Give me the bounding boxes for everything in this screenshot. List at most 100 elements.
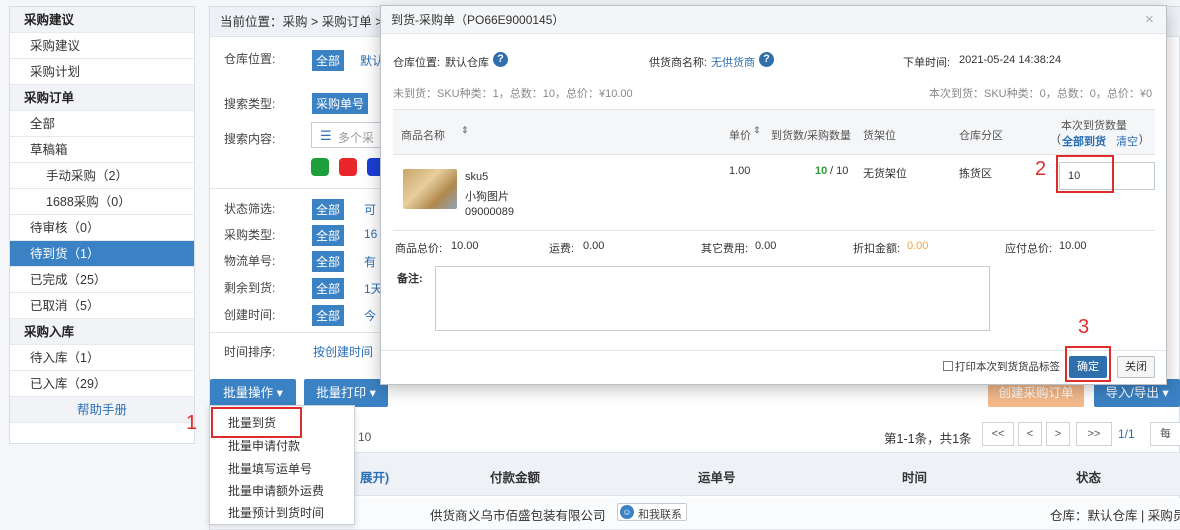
table-header — [210, 452, 1180, 496]
sort-label: 时间排序: — [224, 345, 276, 359]
created-time-label: 创建时间: — [224, 308, 276, 322]
product-ordered: / 10 — [830, 165, 849, 177]
dialog-supplier-value[interactable]: 无供货商 — [711, 54, 755, 70]
arrival-dialog: 到货-采购单（PO66E9000145） × 仓库位置: 默认仓库 ? 供货商名… — [380, 5, 1167, 385]
col-product-name: 商品名称 — [401, 130, 445, 142]
sidebar-item: 采购建议 — [10, 7, 194, 33]
dialog-warehouse-value: 默认仓库 — [445, 57, 489, 69]
product-sku: sku5 — [465, 171, 489, 183]
created-link[interactable]: 今 — [364, 307, 376, 324]
table-row — [210, 498, 1180, 530]
divider — [210, 332, 380, 333]
remark-label: 备注: — [397, 273, 423, 285]
print-label-text: 打印本次到货货品标签 — [955, 361, 1060, 373]
freight-label: 运费: — [549, 243, 575, 255]
annotation-box-2 — [1056, 155, 1114, 193]
last-page-button[interactable]: >> — [1076, 422, 1112, 446]
menu-item-batch-payment[interactable]: 批量申请付款 — [228, 437, 300, 454]
sidebar-item[interactable]: 帮助手册 — [10, 397, 194, 423]
sidebar-item[interactable]: 已入库（29） — [10, 371, 194, 397]
sidebar-item[interactable]: 已完成（25） — [10, 267, 194, 293]
first-page-button[interactable]: << — [982, 422, 1014, 446]
contact-button[interactable]: ☺ 和我联系 — [617, 503, 687, 521]
color-flag-green[interactable] — [311, 158, 329, 176]
col-waybill-number: 运单号 — [698, 471, 736, 485]
page-size[interactable]: 10 — [358, 430, 371, 444]
close-icon[interactable]: × — [1145, 11, 1154, 28]
menu-item-batch-waybill[interactable]: 批量填写运单号 — [228, 460, 312, 477]
created-all-tag[interactable]: 全部 — [312, 305, 345, 326]
search-content-placeholder: 多个采 — [338, 131, 375, 145]
chat-icon: ☺ — [620, 505, 634, 519]
pagination-summary: 第1-1条，共1条 — [884, 432, 972, 446]
search-type-tag[interactable]: 采购单号 — [312, 93, 369, 114]
product-code: 09000089 — [465, 206, 514, 218]
all-arrive-link[interactable]: 全部到货 — [1062, 133, 1106, 149]
dialog-order-time-label: 下单时间: — [903, 57, 951, 69]
status-option-link[interactable]: 可 — [364, 201, 376, 218]
sidebar-item[interactable]: 全部 — [10, 111, 194, 137]
dialog-order-time-value: 2021-05-24 14:38:24 — [959, 54, 1062, 66]
batch-print-button[interactable]: 批量打印 ▾ — [304, 379, 388, 407]
purchase-type-link[interactable]: 16 — [364, 227, 377, 241]
sort-icon[interactable]: ⇕ — [753, 125, 761, 136]
color-flag-blue[interactable] — [367, 158, 380, 176]
remark-textarea[interactable] — [435, 266, 990, 331]
prev-page-button[interactable]: < — [1018, 422, 1042, 446]
product-arrived: 10 — [815, 165, 828, 177]
sidebar-item[interactable]: 待审核（0） — [10, 215, 194, 241]
sidebar-item: 采购订单 — [10, 85, 194, 111]
logistics-all-tag[interactable]: 全部 — [312, 251, 345, 272]
help-icon[interactable]: ? — [493, 52, 508, 67]
dialog-footer-divider — [381, 350, 1166, 351]
other-fee-label: 其它费用: — [701, 243, 749, 255]
sidebar-item[interactable]: 采购计划 — [10, 59, 194, 85]
product-name: 小狗图片 — [465, 191, 509, 203]
sidebar-item[interactable]: 1688采购（0） — [10, 189, 194, 215]
sidebar-item[interactable]: 待到货（1） — [10, 241, 194, 267]
sidebar: 采购建议 采购建议 采购计划 采购订单 全部 草稿箱 手动采购（2） 1688采购（0） 待审核… — [9, 6, 195, 444]
col-shelf: 货架位 — [863, 130, 896, 142]
warehouse-all-tag[interactable]: 全部 — [312, 50, 345, 71]
col-qty-this: 本次到货数量 — [1061, 120, 1127, 132]
page-indicator: 1/1 — [1118, 427, 1135, 441]
menu-item-batch-extra-freight[interactable]: 批量申请额外运费 — [228, 482, 324, 499]
menu-item-batch-expected-arrival[interactable]: 批量预计到货时间 — [228, 504, 324, 521]
annotation-box-1 — [211, 407, 302, 438]
per-page-select[interactable]: 每 — [1150, 422, 1180, 446]
goods-total-value: 10.00 — [451, 240, 479, 252]
col-time: 时间 — [902, 471, 928, 485]
remaining-all-tag[interactable]: 全部 — [312, 278, 345, 299]
sort-created-link[interactable]: 按创建时间 — [313, 343, 373, 360]
logistics-link[interactable]: 有 — [364, 253, 376, 270]
sidebar-item[interactable]: 已取消（5） — [10, 293, 194, 319]
divider — [210, 188, 380, 189]
other-fee-value: 0.00 — [755, 240, 777, 252]
search-content-input[interactable]: ☰ 多个采 — [311, 122, 381, 148]
col-unit-price: 单价 — [729, 130, 751, 142]
annotation-number-2: 2 — [1035, 158, 1047, 180]
annotation-number-3: 3 — [1078, 316, 1090, 338]
close-button[interactable]: 关闭 — [1117, 356, 1155, 378]
product-thumbnail — [403, 169, 457, 209]
status-all-tag[interactable]: 全部 — [312, 199, 345, 220]
sidebar-item[interactable]: 手动采购（2） — [10, 163, 194, 189]
batch-operations-button[interactable]: 批量操作 ▾ — [210, 379, 296, 407]
clear-link[interactable]: 清空 — [1116, 133, 1138, 149]
color-flag-red[interactable] — [339, 158, 357, 176]
sidebar-item[interactable]: 待入库（1） — [10, 345, 194, 371]
print-label-checkbox[interactable] — [943, 361, 953, 371]
purchase-type-label: 采购类型: — [224, 228, 276, 242]
help-icon[interactable]: ? — [759, 52, 774, 67]
contact-label: 和我联系 — [638, 509, 682, 521]
unarrived-summary: 未到货：SKU种类：1，总数：10，总价：¥10.00 — [393, 88, 633, 100]
payable-value: 10.00 — [1059, 240, 1087, 252]
col-status: 状态 — [1076, 471, 1102, 485]
sort-icon[interactable]: ⇕ — [461, 125, 469, 136]
expand-toggle[interactable]: 展开) — [360, 467, 389, 486]
next-page-button[interactable]: > — [1046, 422, 1070, 446]
purchase-type-all-tag[interactable]: 全部 — [312, 225, 345, 246]
sidebar-item[interactable]: 草稿箱 — [10, 137, 194, 163]
sidebar-item[interactable]: 采购建议 — [10, 33, 194, 59]
status-filter-label: 状态筛选: — [224, 202, 276, 216]
